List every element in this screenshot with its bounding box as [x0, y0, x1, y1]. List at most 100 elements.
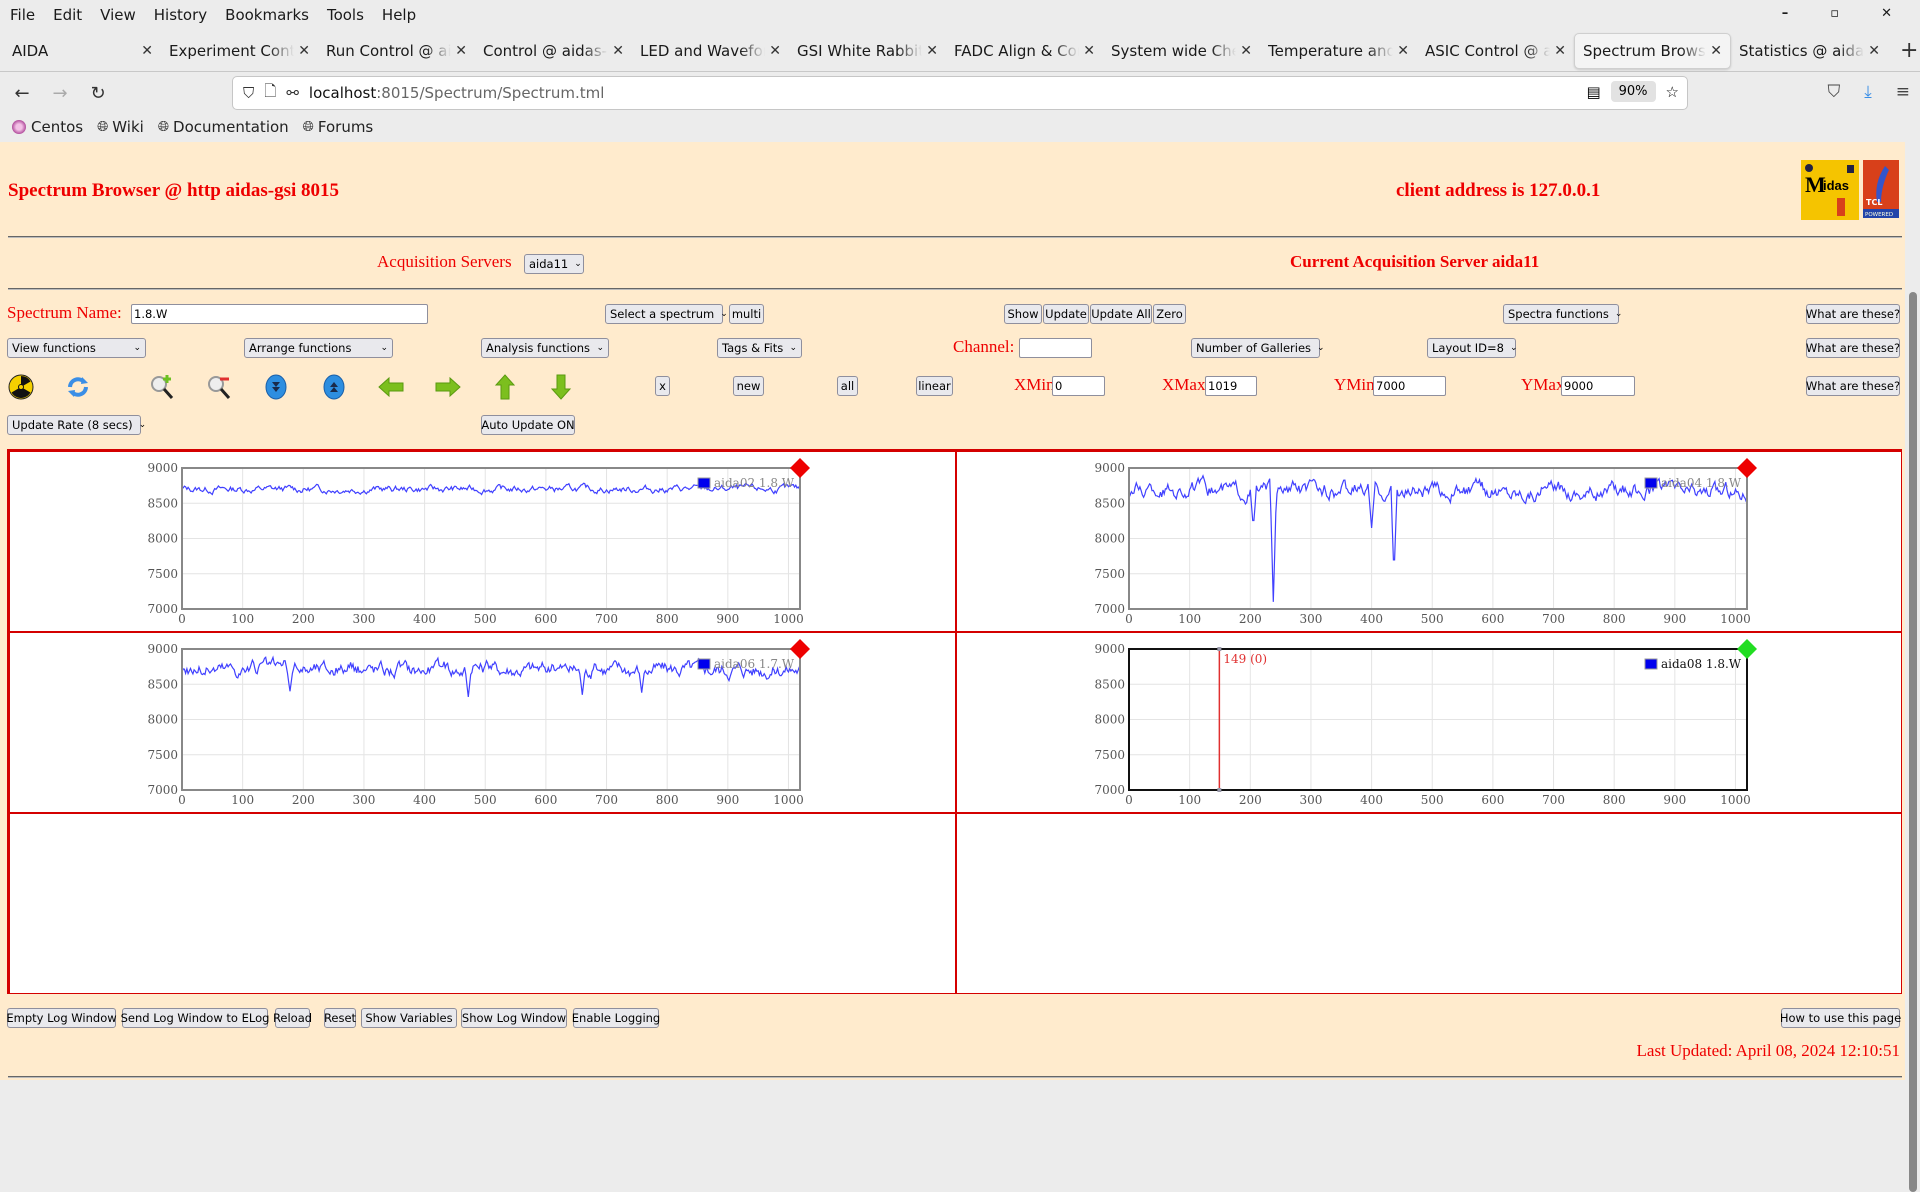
url-bar[interactable]: ⛉ 🗋 ⚯ localhost:8015/Spectrum/Spectrum.t…: [232, 76, 1688, 110]
reload-icon[interactable]: ↻: [82, 83, 114, 104]
menu-edit[interactable]: Edit: [53, 6, 82, 24]
what-are-these-button-1[interactable]: What are these?: [1806, 304, 1900, 324]
new-tab-icon[interactable]: +: [1900, 38, 1918, 63]
arrow-down-icon[interactable]: [547, 373, 575, 401]
xmin-input[interactable]: 0: [1052, 376, 1105, 396]
bookmark-star-icon[interactable]: ☆: [1666, 83, 1679, 101]
spectrum-chart[interactable]: 0 100 200 300 400 500 600 700 800 900 1000 7000 7500…: [957, 452, 1903, 633]
what-are-these-button-2[interactable]: What are these?: [1806, 338, 1900, 358]
channel-input[interactable]: [1019, 338, 1092, 358]
browser-tab[interactable]: System wide Check✕: [1103, 33, 1260, 69]
status-diamond-icon[interactable]: [790, 458, 810, 478]
update-all-button[interactable]: Update All: [1090, 304, 1152, 324]
cursor-handle-top[interactable]: [1217, 647, 1222, 651]
linear-button[interactable]: linear: [916, 376, 953, 396]
gallery-cell[interactable]: [956, 813, 1902, 994]
auto-update-button[interactable]: Auto Update ON: [481, 415, 575, 435]
ymax-input[interactable]: 9000: [1561, 376, 1635, 396]
number-of-galleries-dropdown[interactable]: Number of Galleries ⌄: [1191, 338, 1325, 358]
xmax-input[interactable]: 1019: [1205, 376, 1257, 396]
close-tab-icon[interactable]: ✕: [455, 43, 467, 59]
analysis-functions-dropdown[interactable]: Analysis functions ⌄: [481, 338, 609, 358]
cursor-handle-bottom[interactable]: [1217, 788, 1222, 792]
spectrum-chart[interactable]: 0 100 200 300 400 500 600 700 800 900 1000 7000 7500…: [957, 633, 1903, 814]
close-tab-icon[interactable]: ✕: [1554, 43, 1566, 59]
browser-tab[interactable]: Run Control @ aidas✕: [318, 33, 475, 69]
x-button[interactable]: x: [655, 376, 670, 396]
menu-bookmarks[interactable]: Bookmarks: [225, 6, 309, 24]
close-tab-icon[interactable]: ✕: [926, 43, 938, 59]
browser-tab[interactable]: Statistics @ aidas- ✕: [1731, 33, 1888, 69]
pocket-icon[interactable]: ⛉: [1827, 82, 1840, 102]
menu-help[interactable]: Help: [382, 6, 416, 24]
update-rate-dropdown[interactable]: Update Rate (8 secs) ⌄: [7, 415, 146, 435]
browser-tab[interactable]: Control @ aidas-gsi✕: [475, 33, 632, 69]
expand-up-icon[interactable]: [320, 373, 348, 401]
close-tab-icon[interactable]: ✕: [769, 43, 781, 59]
spectrum-name-input[interactable]: 1.8.W: [131, 304, 428, 324]
gallery-cell[interactable]: [9, 813, 956, 994]
gallery-cell[interactable]: 0 100 200 300 400 500 600 700 800 900 1000 7000 7500…: [956, 632, 1902, 813]
scrollbar-thumb[interactable]: [1909, 292, 1917, 1192]
maximize-icon[interactable]: ▫: [1830, 6, 1839, 21]
reset-button[interactable]: Reset: [324, 1008, 356, 1028]
arrow-up-icon[interactable]: [491, 373, 519, 401]
spectra-functions-dropdown[interactable]: Spectra functions ⌄: [1503, 304, 1622, 324]
close-window-icon[interactable]: ✕: [1881, 6, 1892, 21]
gallery-cell[interactable]: 0 100 200 300 400 500 600 700 800 900 1000 7000 7500…: [9, 451, 956, 632]
menu-history[interactable]: History: [154, 6, 207, 24]
page-scrollbar[interactable]: [1905, 142, 1920, 1192]
status-diamond-icon[interactable]: [1737, 639, 1757, 659]
enable-logging-button[interactable]: Enable Logging: [572, 1008, 660, 1028]
browser-tab[interactable]: ASIC Control @ aid✕: [1417, 33, 1574, 69]
permissions-icon[interactable]: ⚯: [286, 84, 299, 102]
minimize-icon[interactable]: –: [1782, 6, 1789, 21]
ymin-input[interactable]: 7000: [1373, 376, 1446, 396]
show-variables-button[interactable]: Show Variables: [361, 1008, 457, 1028]
spectrum-chart[interactable]: 0 100 200 300 400 500 600 700 800 900 1000 7000 7500…: [10, 633, 956, 814]
arrow-right-icon[interactable]: [434, 373, 462, 401]
send-log-window-to-elog-button[interactable]: Send Log Window to ELog: [121, 1008, 269, 1028]
browser-tab[interactable]: LED and Waveform✕: [632, 33, 789, 69]
multi-button[interactable]: multi: [729, 304, 764, 324]
forward-icon[interactable]: →: [44, 83, 76, 104]
arrow-left-icon[interactable]: [377, 373, 405, 401]
browser-tab[interactable]: AIDA ✕: [4, 33, 161, 69]
back-icon[interactable]: ←: [6, 83, 38, 104]
menu-file[interactable]: File: [10, 6, 35, 24]
reload-button[interactable]: Reload: [273, 1008, 312, 1028]
radiation-icon[interactable]: [7, 373, 35, 401]
zero-button[interactable]: Zero: [1153, 304, 1186, 324]
browser-tab[interactable]: FADC Align & Cont ✕: [946, 33, 1103, 69]
zoom-out-icon[interactable]: [205, 373, 233, 401]
show-log-window-button[interactable]: Show Log Window: [461, 1008, 567, 1028]
select-spectrum-dropdown[interactable]: Select a spectrum ⌄: [605, 304, 728, 324]
refresh-icon[interactable]: [64, 373, 92, 401]
view-functions-dropdown[interactable]: View functions ⌄: [7, 338, 146, 358]
gallery-cell[interactable]: 0 100 200 300 400 500 600 700 800 900 1000 7000 7500…: [9, 632, 956, 813]
shield-icon[interactable]: ⛉: [243, 84, 254, 102]
browser-tab[interactable]: Spectrum Browser✕: [1574, 32, 1731, 69]
close-tab-icon[interactable]: ✕: [1083, 43, 1095, 59]
bookmark-documentation[interactable]: 🌐︎ Documentation: [158, 118, 289, 136]
what-are-these-button-3[interactable]: What are these?: [1806, 376, 1900, 396]
zoom-level-badge[interactable]: 90%: [1610, 81, 1656, 102]
bookmark-forums[interactable]: 🌐︎ Forums: [303, 118, 374, 136]
menu-tools[interactable]: Tools: [327, 6, 364, 24]
spectrum-chart[interactable]: 0 100 200 300 400 500 600 700 800 900 1000 7000 7500…: [10, 452, 956, 633]
close-tab-icon[interactable]: ✕: [1868, 43, 1880, 59]
all-button[interactable]: all: [837, 376, 858, 396]
new-button[interactable]: new: [733, 376, 764, 396]
menu-view[interactable]: View: [100, 6, 136, 24]
close-tab-icon[interactable]: ✕: [298, 43, 310, 59]
hamburger-menu-icon[interactable]: ≡: [1896, 82, 1910, 102]
show-button[interactable]: Show: [1004, 304, 1042, 324]
browser-tab[interactable]: Temperature and s✕: [1260, 33, 1417, 69]
downloads-icon[interactable]: ⤓: [1864, 82, 1872, 102]
browser-tab[interactable]: GSI White Rabbit T✕: [789, 33, 946, 69]
gallery-cell[interactable]: 0 100 200 300 400 500 600 700 800 900 1000 7000 7500…: [956, 451, 1902, 632]
reader-view-icon[interactable]: ▤: [1586, 83, 1600, 101]
close-tab-icon[interactable]: ✕: [141, 43, 153, 59]
status-diamond-icon[interactable]: [1737, 458, 1757, 478]
bookmark-centos[interactable]: Centos: [12, 118, 83, 136]
